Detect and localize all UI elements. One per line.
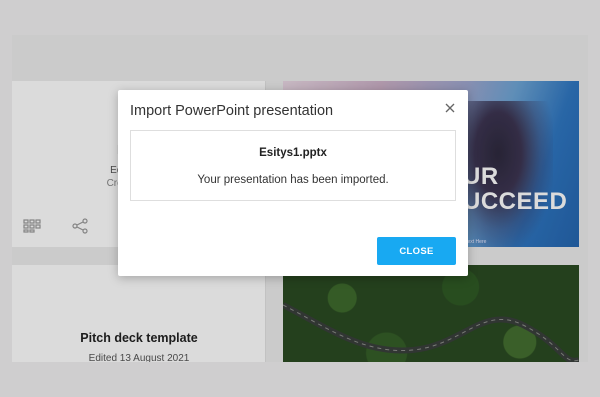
import-message: Your presentation has been imported. bbox=[197, 174, 389, 186]
close-button[interactable]: CLOSE bbox=[377, 237, 456, 265]
import-dialog: Import PowerPoint presentation Esitys1.p… bbox=[118, 90, 468, 276]
dialog-title: Import PowerPoint presentation bbox=[130, 103, 334, 119]
file-name: Esitys1.pptx bbox=[259, 147, 327, 159]
close-icon[interactable] bbox=[442, 100, 458, 116]
import-result-box: Esitys1.pptx Your presentation has been … bbox=[130, 130, 456, 201]
